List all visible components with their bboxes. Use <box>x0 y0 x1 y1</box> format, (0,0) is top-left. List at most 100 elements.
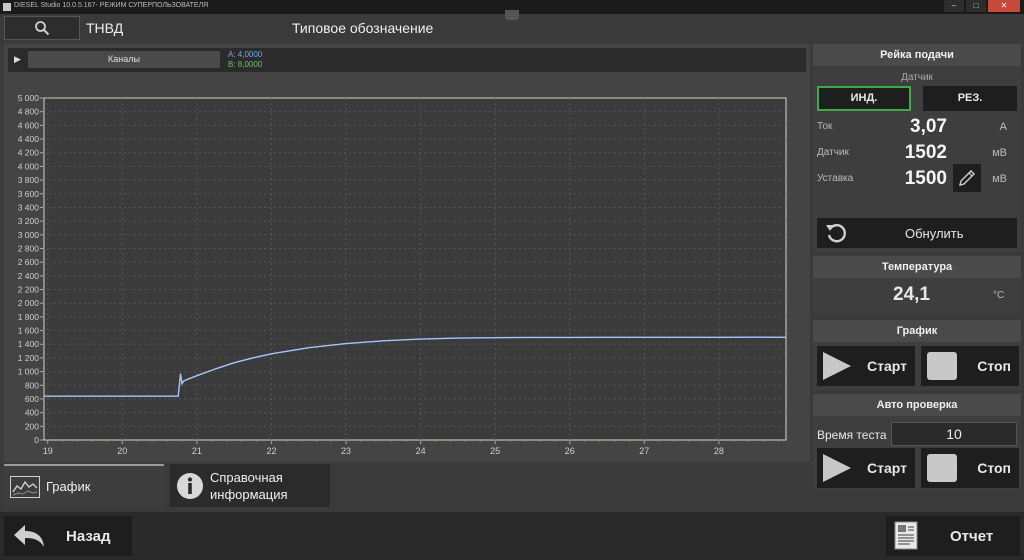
back-button[interactable]: Назад <box>4 516 132 556</box>
auto-start-button[interactable]: Старт <box>817 448 915 488</box>
report-document-icon <box>894 521 918 550</box>
footer-bar: Назад Отчет <box>0 512 1024 560</box>
x-tick-label: 19 <box>43 446 53 456</box>
tab-reference-info[interactable]: Справочная информация <box>170 464 330 507</box>
type-designation: Типовое обозначение <box>292 20 434 36</box>
unit-name: ТНВД <box>86 20 124 36</box>
play-icon <box>823 454 851 482</box>
setpoint-value: 1500 <box>904 168 947 189</box>
y-tick-label: 3 600 <box>18 189 40 199</box>
app-icon <box>3 3 11 11</box>
window-controls: – □ ✕ <box>944 0 1020 12</box>
y-tick-label: 2 400 <box>18 271 40 281</box>
tab-info-label-line1: Справочная <box>210 469 283 485</box>
y-tick-label: 200 <box>25 421 39 431</box>
auto-check-title: Авто проверка <box>813 394 1021 416</box>
temperature-title: Температура <box>813 256 1021 278</box>
window-title: DIESEL Studio 10.0.5.167- РЕЖИМ СУПЕРПОЛ… <box>14 2 209 9</box>
auto-start-label: Старт <box>867 460 907 476</box>
tab-graph-label: График <box>46 479 91 494</box>
sensor-unit: мВ <box>992 147 1007 159</box>
x-tick-label: 22 <box>266 446 276 456</box>
back-label: Назад <box>66 527 111 545</box>
setpoint-row: Уставка 1500 мВ <box>817 167 1017 191</box>
x-tick-label: 23 <box>341 446 351 456</box>
y-tick-label: 1 000 <box>18 367 40 377</box>
current-value: 3,07 <box>910 116 947 137</box>
graph-start-label: Старт <box>867 358 907 374</box>
stop-icon <box>927 352 957 380</box>
y-tick-label: 4 400 <box>18 134 40 144</box>
maximize-button[interactable]: □ <box>966 0 986 12</box>
y-tick-label: 800 <box>25 380 39 390</box>
y-tick-label: 3 200 <box>18 216 40 226</box>
rack-title: Рейка подачи <box>813 44 1021 66</box>
sensor-key: Датчик <box>817 147 849 158</box>
y-tick-label: 4 000 <box>18 161 40 171</box>
y-tick-label: 3 000 <box>18 230 40 240</box>
back-arrow-icon <box>14 525 44 547</box>
y-tick-label: 1 400 <box>18 339 40 349</box>
y-tick-label: 4 600 <box>18 120 40 130</box>
x-tick-label: 21 <box>192 446 202 456</box>
report-button[interactable]: Отчет <box>886 516 1020 556</box>
x-tick-label: 26 <box>565 446 575 456</box>
line-chart[interactable]: 0 200 400 600 800 1 000 1 200 1 400 1 600 1 800 2 … <box>4 88 810 462</box>
expand-arrow-icon[interactable]: ▶ <box>14 54 21 65</box>
reset-label: Обнулить <box>905 226 964 241</box>
auto-stop-label: Стоп <box>977 460 1011 476</box>
temperature-panel: Температура 24,1 °C <box>813 256 1021 314</box>
x-tick-label: 24 <box>416 446 426 456</box>
current-row: Ток 3,07 А <box>817 115 1017 139</box>
magnifier-icon <box>35 21 50 36</box>
pencil-icon <box>959 170 975 186</box>
sensor-type-label: Датчик <box>901 72 933 83</box>
chart-panel: ▶ Каналы A: 4,0000 B: 8,0000 0 200 400 600 8… <box>4 44 810 462</box>
test-time-input[interactable] <box>891 422 1017 446</box>
reset-button[interactable]: Обнулить <box>817 218 1017 248</box>
chart-icon <box>10 475 40 498</box>
tab-info-label: Справочная информация <box>210 469 288 503</box>
y-tick-label: 400 <box>25 408 39 418</box>
y-tick-label: 3 800 <box>18 175 40 185</box>
x-tick-label: 28 <box>714 446 724 456</box>
rack-panel: Рейка подачи Датчик ИНД. РЕЗ. Ток 3,07 А… <box>813 44 1021 252</box>
y-tick-label: 3 400 <box>18 202 40 212</box>
graph-control-title: График <box>813 320 1021 342</box>
tab-graph[interactable]: График <box>4 464 164 507</box>
y-tick-label: 1 600 <box>18 326 40 336</box>
y-tick-label: 1 200 <box>18 353 40 363</box>
test-time-label: Время теста <box>817 428 887 442</box>
temperature-value: 24,1 <box>893 284 930 305</box>
info-icon <box>177 472 203 499</box>
resistive-sensor-button[interactable]: РЕЗ. <box>923 86 1017 111</box>
setpoint-key: Уставка <box>817 173 854 184</box>
play-icon <box>823 352 851 380</box>
graph-stop-button[interactable]: Стоп <box>921 346 1019 386</box>
inductive-sensor-button[interactable]: ИНД. <box>817 86 911 111</box>
minimize-button[interactable]: – <box>944 0 964 12</box>
y-tick-label: 2 200 <box>18 285 40 295</box>
y-tick-label: 4 800 <box>18 107 40 117</box>
y-tick-label: 2 800 <box>18 243 40 253</box>
report-label: Отчет <box>950 527 994 545</box>
sensor-row: Датчик 1502 мВ <box>817 141 1017 165</box>
x-tick-label: 27 <box>639 446 649 456</box>
auto-stop-button[interactable]: Стоп <box>921 448 1019 488</box>
y-tick-label: 2 600 <box>18 257 40 267</box>
auto-check-panel: Авто проверка Время теста Старт Стоп <box>813 394 1021 490</box>
graph-control-panel: График Старт Стоп <box>813 320 1021 390</box>
channels-button[interactable]: Каналы <box>28 51 220 68</box>
close-button[interactable]: ✕ <box>988 0 1020 12</box>
search-button[interactable] <box>4 16 80 40</box>
x-tick-label: 25 <box>490 446 500 456</box>
y-tick-label: 0 <box>34 435 39 445</box>
drag-handle[interactable] <box>505 10 519 20</box>
y-tick-label: 2 000 <box>18 298 40 308</box>
stop-icon <box>927 454 957 482</box>
edit-setpoint-button[interactable] <box>953 164 981 192</box>
sensor-value: 1502 <box>904 142 947 163</box>
graph-start-button[interactable]: Старт <box>817 346 915 386</box>
temperature-unit: °C <box>993 290 1005 301</box>
y-tick-label: 4 200 <box>18 148 40 158</box>
